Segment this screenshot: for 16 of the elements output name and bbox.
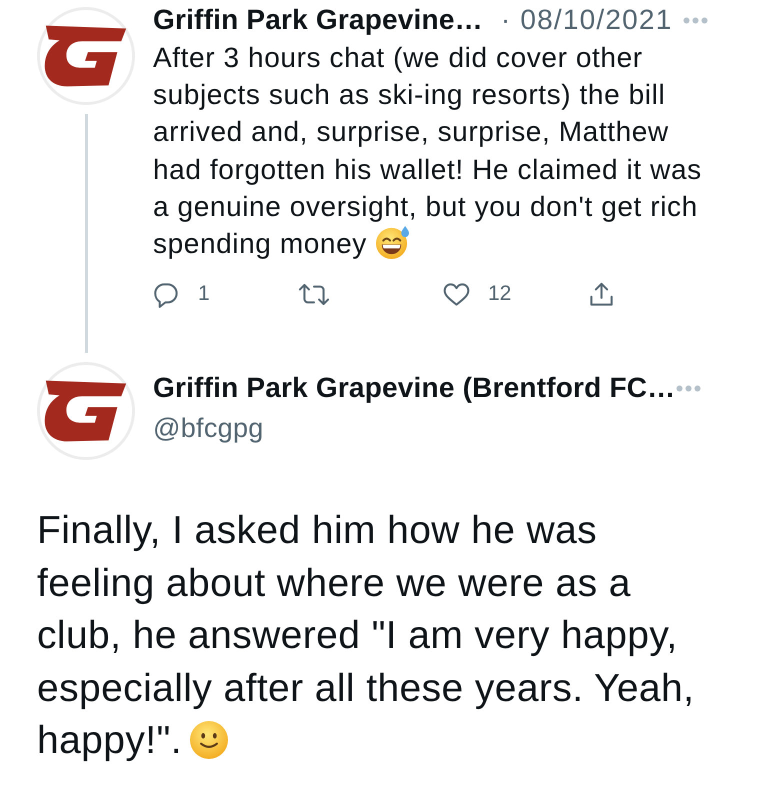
heart-icon — [443, 280, 470, 308]
author-handle[interactable]: @bfcgpg — [153, 411, 264, 446]
share-icon — [588, 280, 615, 308]
club-logo-avatar[interactable] — [37, 362, 135, 460]
reply-icon — [153, 280, 180, 308]
smiling-face-emoji-icon — [190, 720, 228, 759]
tweet-text: Finally, I asked him how he was feeling about where we were as a club, he answered "I am very happy, especially after all these years. Yeah, happy!". — [37, 509, 694, 762]
author-name[interactable]: Griffin Park Grapevine… — [153, 3, 483, 37]
reply-button[interactable]: 1 — [153, 280, 210, 308]
tweet-text: After 3 hours chat (we did cover other subjects such as ski-ing resorts) the bill arrived and, surprise, surprise, Matthew had forgotten his wallet! He claimed it was a genuine oversight, but you don't get rich spending money — [153, 42, 702, 260]
share-button[interactable] — [588, 280, 615, 308]
sweat-smile-emoji-icon — [374, 225, 410, 260]
like-button[interactable]: 12 — [443, 280, 512, 308]
tweet-date[interactable]: · 08/10/2021 — [500, 4, 672, 36]
author-name[interactable]: Griffin Park Grapevine (Brentford FC… — [153, 371, 676, 406]
club-logo-avatar[interactable] — [37, 7, 135, 105]
